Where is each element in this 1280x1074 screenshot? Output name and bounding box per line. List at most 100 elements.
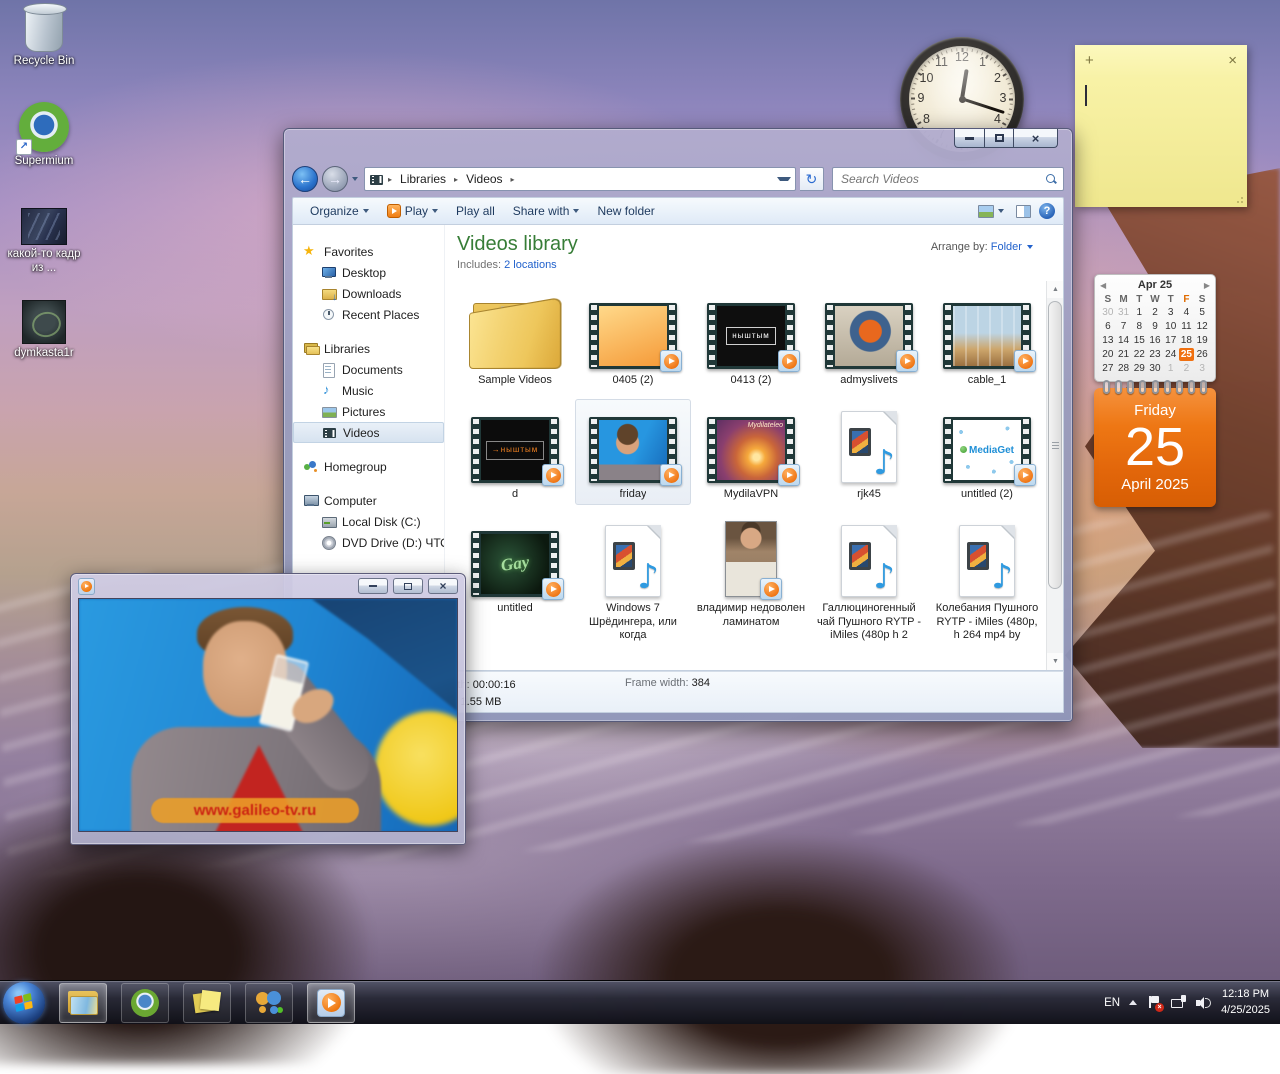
calendar-day-selected[interactable]: 25 xyxy=(1179,348,1195,361)
language-indicator[interactable]: EN xyxy=(1104,997,1120,1009)
file-item[interactable]: admyslivets xyxy=(811,285,927,391)
calendar-day[interactable]: 2 xyxy=(1147,306,1163,319)
calendar-day[interactable]: 30 xyxy=(1147,362,1163,375)
sidebar-item-dvd-drive-d-чтоб[interactable]: DVD Drive (D:) ЧТОБ xyxy=(293,532,444,553)
sidebar-item-downloads[interactable]: Downloads xyxy=(293,283,444,304)
preview-pane-icon[interactable] xyxy=(1016,205,1031,218)
sticky-note-add-button[interactable]: + xyxy=(1085,52,1094,69)
file-item[interactable]: Sample Videos xyxy=(457,285,573,391)
taskbar-item-media-player[interactable] xyxy=(307,983,355,1023)
play-button[interactable]: Play xyxy=(378,198,447,224)
calendar-day[interactable]: 3 xyxy=(1163,306,1179,319)
calendar-day[interactable]: 28 xyxy=(1116,362,1132,375)
calendar-day[interactable]: 22 xyxy=(1131,348,1147,361)
scroll-down-icon[interactable]: ▼ xyxy=(1047,653,1063,670)
calendar-day[interactable]: 18 xyxy=(1179,334,1195,347)
scrollbar-thumb[interactable] xyxy=(1048,301,1062,589)
new-folder-button[interactable]: New folder xyxy=(588,198,663,224)
sidebar-item-favorites[interactable]: Favorites xyxy=(293,241,444,262)
sidebar-item-libraries[interactable]: Libraries xyxy=(293,338,444,359)
recent-pages-dropdown-icon[interactable] xyxy=(352,177,358,181)
file-item[interactable]: владимир недоволен ламинатом xyxy=(693,513,809,646)
calendar-day[interactable]: 8 xyxy=(1131,320,1147,333)
sticky-note-resize-grip[interactable] xyxy=(1236,196,1244,204)
search-input[interactable] xyxy=(839,171,1046,187)
sidebar-item-music[interactable]: Music xyxy=(293,380,444,401)
sticky-note-gadget[interactable]: + × xyxy=(1075,45,1247,207)
sidebar-item-desktop[interactable]: Desktop xyxy=(293,262,444,283)
sidebar-item-videos[interactable]: Videos xyxy=(293,422,444,443)
sidebar-item-homegroup[interactable]: Homegroup xyxy=(293,456,444,477)
volume-icon[interactable] xyxy=(1196,995,1212,1011)
sidebar-item-computer[interactable]: Computer xyxy=(293,490,444,511)
calendar-day[interactable]: 15 xyxy=(1131,334,1147,347)
calendar-day[interactable]: 4 xyxy=(1179,306,1195,319)
taskbar-clock[interactable]: 12:18 PM 4/25/2025 xyxy=(1221,987,1270,1018)
breadcrumb-videos[interactable]: Videos xyxy=(462,171,506,187)
taskbar-item-browser[interactable] xyxy=(121,983,169,1023)
calendar-day[interactable]: 30 xyxy=(1100,306,1116,319)
scroll-up-icon[interactable]: ▲ xyxy=(1047,281,1063,298)
sidebar-item-pictures[interactable]: Pictures xyxy=(293,401,444,422)
address-bar[interactable]: ▸ Libraries ▸ Videos ▸ xyxy=(364,167,796,191)
desktop-icon-supermium[interactable]: Supermium xyxy=(2,102,86,169)
explorer-close-button[interactable]: × xyxy=(1013,129,1058,148)
file-item[interactable]: cable_1 xyxy=(929,285,1045,391)
sidebar-item-documents[interactable]: Documents xyxy=(293,359,444,380)
help-icon[interactable]: ? xyxy=(1039,203,1055,219)
calendar-next-icon[interactable]: ▶ xyxy=(1204,281,1210,290)
calendar-day[interactable]: 14 xyxy=(1116,334,1132,347)
play-all-button[interactable]: Play all xyxy=(447,198,504,224)
file-item[interactable]: ♪Колебания Пушного RYTP - iMiles (480p, … xyxy=(929,513,1045,646)
share-with-button[interactable]: Share with xyxy=(504,198,589,224)
player-close-button[interactable]: × xyxy=(428,578,458,594)
show-hidden-icons-icon[interactable] xyxy=(1129,1000,1137,1005)
video-surface[interactable]: www.galileo-tv.ru xyxy=(78,598,458,832)
player-maximize-button[interactable] xyxy=(393,578,423,594)
locations-link[interactable]: 2 locations xyxy=(504,259,557,271)
address-dropdown-icon[interactable] xyxy=(777,177,791,181)
calendar-day[interactable]: 20 xyxy=(1100,348,1116,361)
file-item[interactable]: ♪Windows 7 Шрёдингера, или когда xyxy=(575,513,691,646)
network-icon[interactable] xyxy=(1171,995,1187,1011)
sticky-note-close-button[interactable]: × xyxy=(1228,52,1237,69)
start-button[interactable] xyxy=(3,982,45,1024)
desktop-icon-frame-shortcut[interactable]: какой-то кадр из ... xyxy=(2,208,86,276)
calendar-day[interactable]: 1 xyxy=(1131,306,1147,319)
calendar-day[interactable]: 24 xyxy=(1163,348,1179,361)
file-item[interactable]: ныштым0413 (2) xyxy=(693,285,809,391)
file-item[interactable]: ♪Галлюциногенный чай Пушного RYTP - iMil… xyxy=(811,513,927,646)
taskbar-item-messenger[interactable] xyxy=(245,983,293,1023)
file-item[interactable]: MediaGetuntitled (2) xyxy=(929,399,1045,505)
forward-button[interactable]: → xyxy=(322,166,348,192)
player-minimize-button[interactable] xyxy=(358,578,388,594)
calendar-day[interactable]: 3 xyxy=(1194,362,1210,375)
action-center-icon[interactable]: × xyxy=(1146,995,1162,1011)
file-item[interactable]: →ныштымd xyxy=(457,399,573,505)
taskbar-item-explorer[interactable] xyxy=(59,983,107,1023)
refresh-button[interactable]: ↻ xyxy=(800,167,824,191)
breadcrumb-libraries[interactable]: Libraries xyxy=(396,171,450,187)
file-item[interactable]: friday xyxy=(575,399,691,505)
taskbar-item-sticky-notes[interactable] xyxy=(183,983,231,1023)
calendar-prev-icon[interactable]: ◀ xyxy=(1100,281,1106,290)
file-item[interactable]: Gayuntitled xyxy=(457,513,573,646)
file-item[interactable]: ♪rjk45 xyxy=(811,399,927,505)
file-item[interactable]: 0405 (2) xyxy=(575,285,691,391)
arrange-by-dropdown[interactable]: Folder xyxy=(991,241,1022,253)
calendar-day[interactable]: 29 xyxy=(1131,362,1147,375)
calendar-day[interactable]: 21 xyxy=(1116,348,1132,361)
desktop-icon-dymkasta1r[interactable]: dymkasta1r xyxy=(2,300,86,361)
calendar-day[interactable]: 5 xyxy=(1194,306,1210,319)
calendar-day[interactable]: 19 xyxy=(1194,334,1210,347)
search-box[interactable] xyxy=(832,167,1064,191)
calendar-day[interactable]: 17 xyxy=(1163,334,1179,347)
calendar-day[interactable]: 23 xyxy=(1147,348,1163,361)
calendar-day[interactable]: 1 xyxy=(1163,362,1179,375)
calendar-day[interactable]: 27 xyxy=(1100,362,1116,375)
media-player-titlebar[interactable]: × xyxy=(78,574,458,598)
explorer-minimize-button[interactable] xyxy=(954,129,984,148)
calendar-day[interactable]: 6 xyxy=(1100,320,1116,333)
calendar-day[interactable]: 10 xyxy=(1163,320,1179,333)
calendar-day[interactable]: 7 xyxy=(1116,320,1132,333)
